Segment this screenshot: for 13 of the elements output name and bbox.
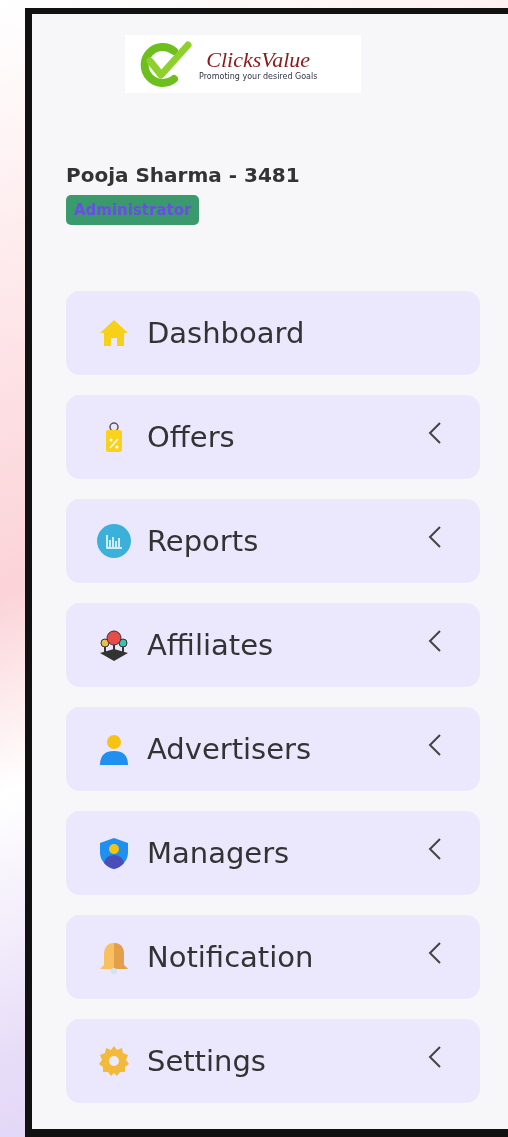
- logo-name: ClicksValue: [206, 47, 311, 72]
- menu-item[interactable]: Offers: [66, 395, 480, 479]
- menu-item[interactable]: Dashboard: [66, 291, 480, 375]
- menu-item[interactable]: Notification: [66, 915, 480, 999]
- menu-item[interactable]: Advertisers: [66, 707, 480, 791]
- menu-item[interactable]: Reports: [66, 499, 480, 583]
- role-badge: Administrator: [66, 195, 200, 225]
- menu-item[interactable]: Affiliates: [66, 603, 480, 687]
- user-name: Pooja Sharma - 3481: [66, 163, 300, 187]
- chart-icon: [96, 523, 132, 559]
- logo-tagline: Promoting your desired Goals: [199, 71, 318, 81]
- menu-item[interactable]: Managers: [66, 811, 480, 895]
- menu-item[interactable]: Settings: [66, 1019, 480, 1103]
